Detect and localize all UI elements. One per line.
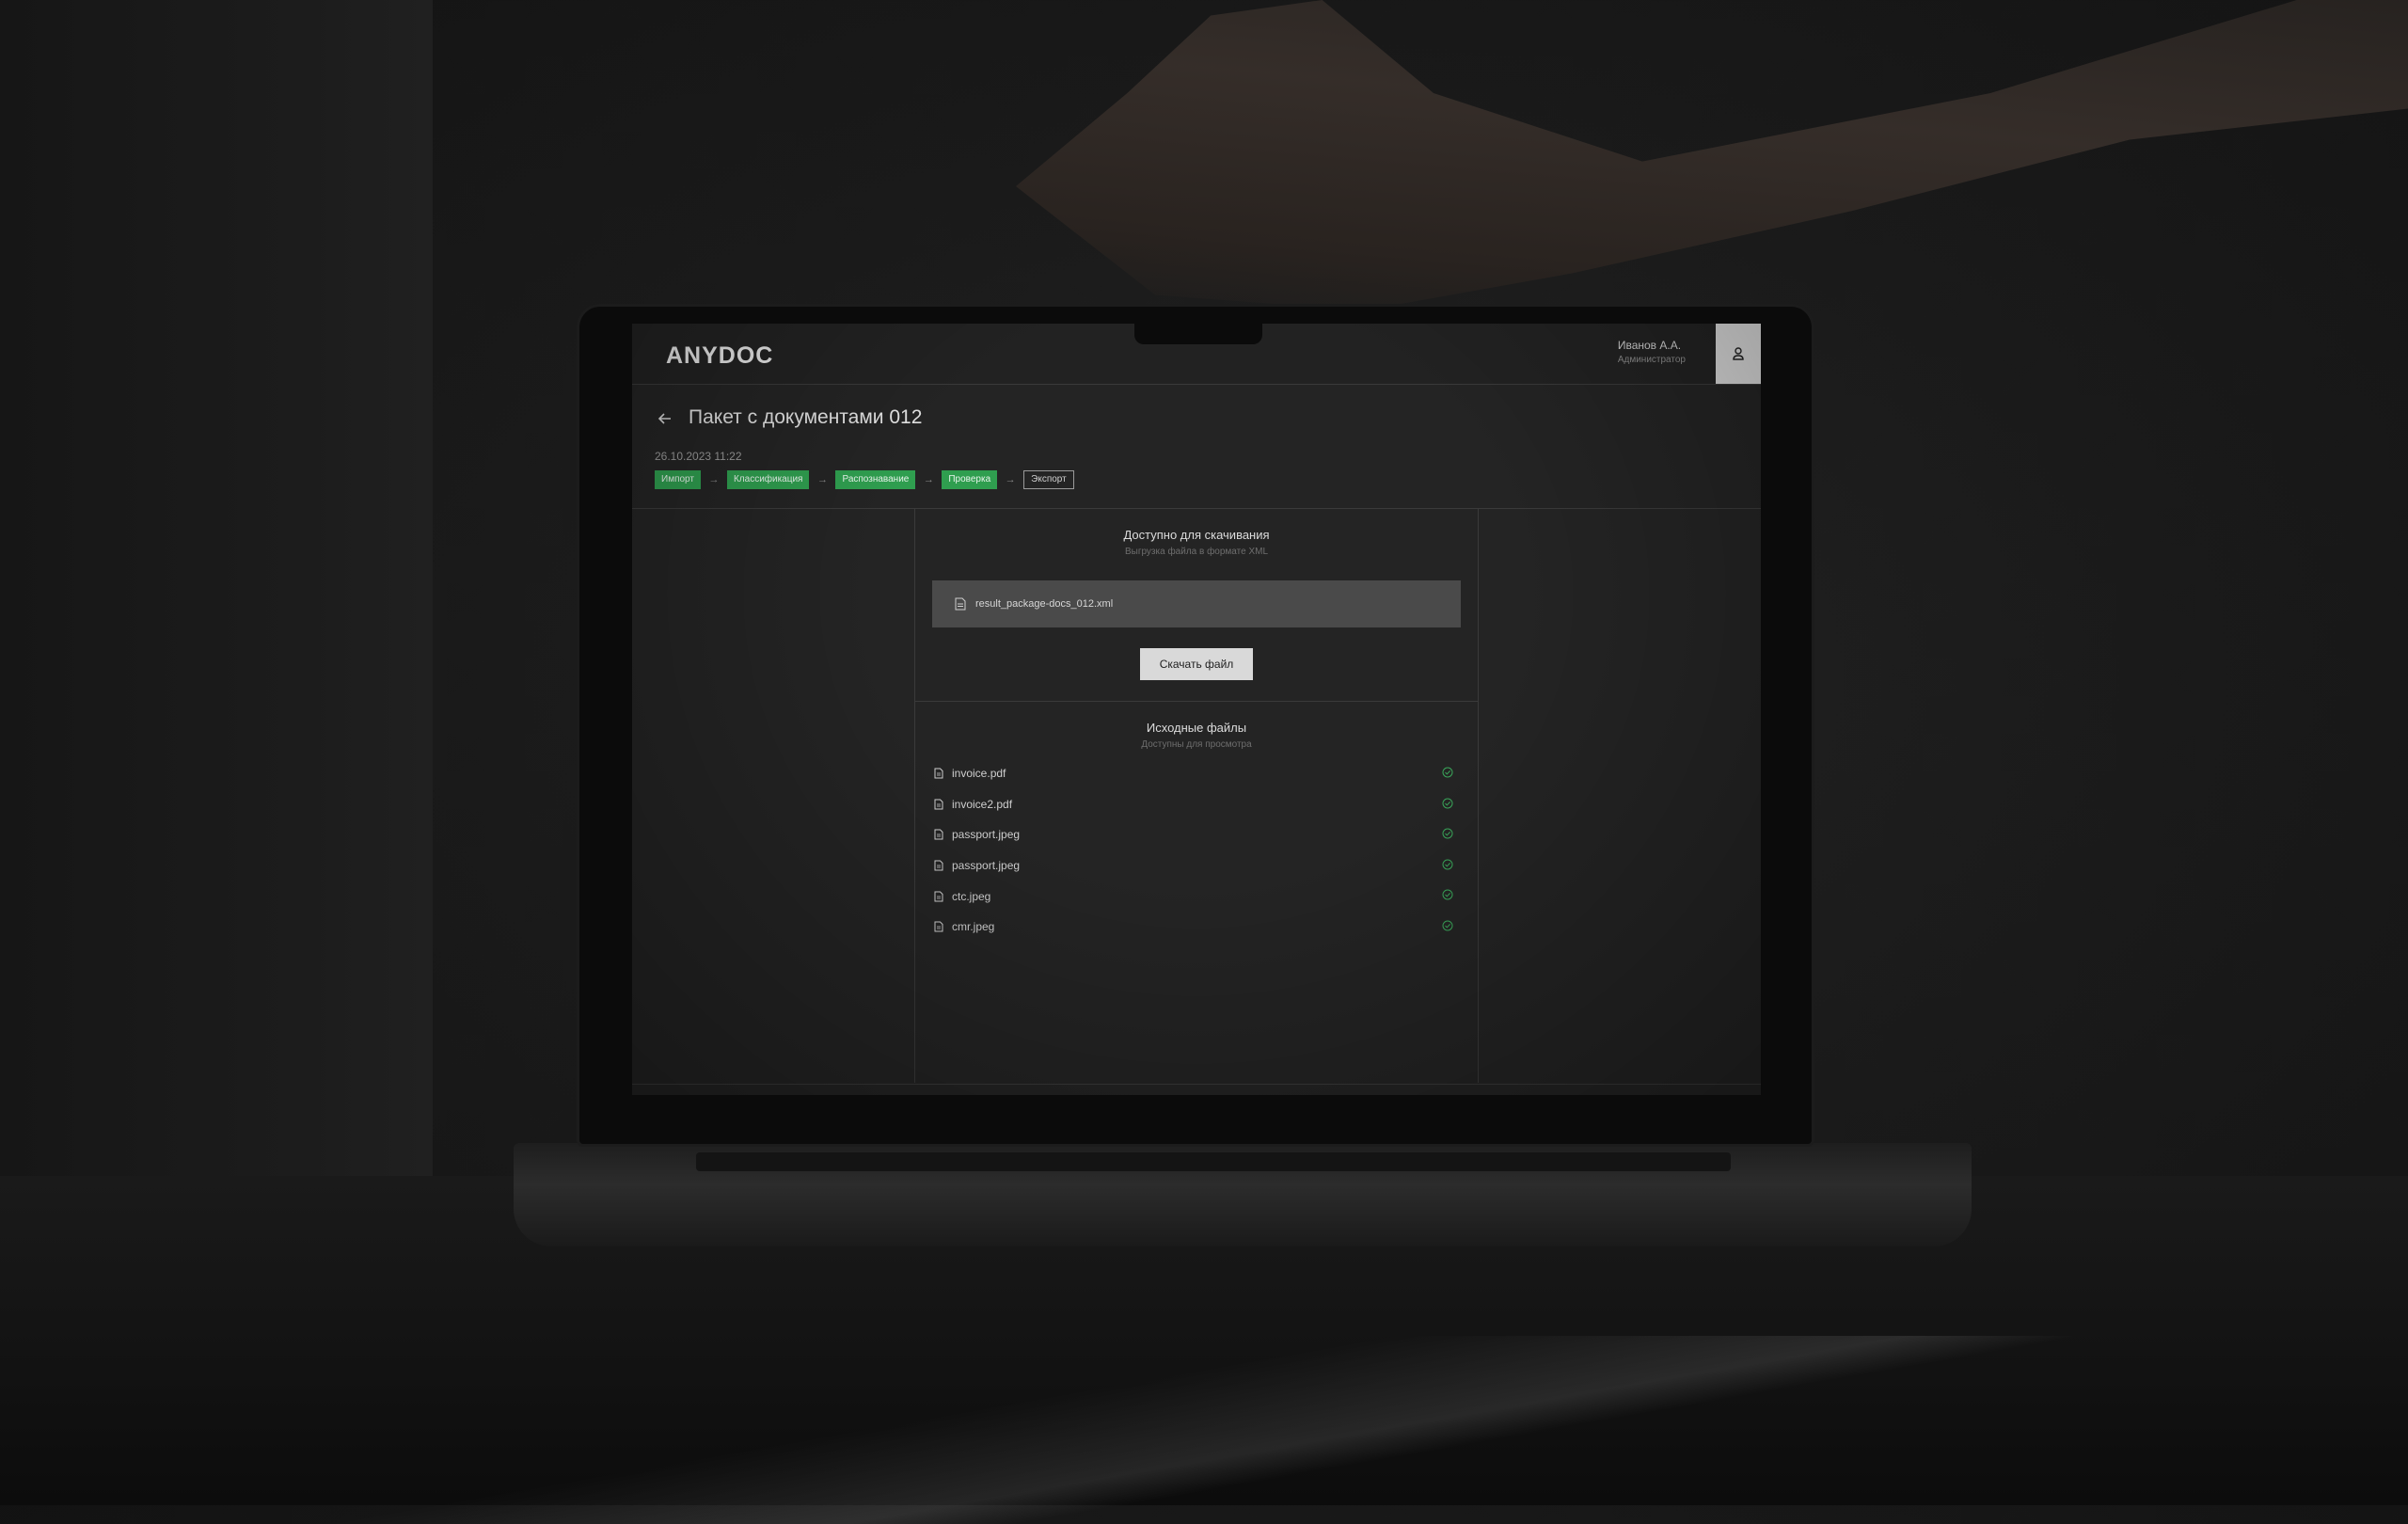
divider [632, 1084, 1761, 1085]
download-title: Доступно для скачивания [1123, 528, 1270, 542]
user-menu-button[interactable] [1716, 324, 1761, 384]
app-screen: ANYDOC Иванов А.А. Администратор Пакет с… [632, 324, 1761, 1095]
file-icon [955, 597, 966, 611]
check-circle-icon [1442, 889, 1453, 900]
file-name: passport.jpeg [952, 828, 1021, 842]
stage-classification[interactable]: Классификация [726, 470, 810, 489]
stage-import[interactable]: Импорт [655, 470, 701, 489]
download-subtitle: Выгрузка файла в формате XML [1124, 547, 1269, 557]
check-circle-icon [1442, 798, 1453, 809]
source-title: Исходные файлы [1146, 721, 1247, 735]
file-name: passport.jpeg [952, 859, 1021, 873]
source-file-list: invoice.pdf invoice2.pdf passport.jpeg p… [934, 758, 1461, 943]
arrow-right-icon: → [1005, 474, 1016, 485]
file-row[interactable]: invoice.pdf [934, 758, 1461, 789]
file-row[interactable]: ctc.jpeg [934, 881, 1461, 912]
user-name: Иванов А.А. [1617, 339, 1682, 352]
stage-pipeline: Импорт → Классификация → Распознавание →… [655, 470, 1074, 489]
page-header: Пакет с документами 012 26.10.2023 11:22… [632, 384, 1761, 509]
arrow-right-icon: → [816, 474, 828, 485]
page-date: 26.10.2023 11:22 [655, 450, 742, 463]
hand-photo [1016, 0, 2408, 310]
page-title: Пакет с документами 012 [689, 406, 923, 428]
file-row[interactable]: cmr.jpeg [934, 912, 1461, 943]
file-row[interactable]: invoice2.pdf [934, 789, 1461, 820]
stage-export[interactable]: Экспорт [1023, 470, 1074, 489]
left-panel [632, 509, 915, 1083]
result-file-name: result_package-docs_012.xml [975, 598, 1114, 610]
file-icon [934, 860, 943, 871]
laptop-keyboard [696, 1152, 1731, 1171]
arrow-right-icon: → [923, 474, 934, 485]
table-glare [0, 1336, 2408, 1524]
user-role: Администратор [1617, 355, 1686, 365]
check-circle-icon [1442, 859, 1453, 870]
right-panel [1479, 509, 1761, 1083]
download-file-button[interactable]: Скачать файл [1140, 648, 1253, 680]
arrow-left-icon[interactable] [655, 408, 675, 429]
user-icon [1733, 347, 1744, 360]
check-circle-icon [1442, 767, 1453, 778]
user-info: Иванов А.А. Администратор [1618, 339, 1686, 365]
check-circle-icon [1442, 920, 1453, 931]
file-name: invoice2.pdf [952, 797, 1013, 811]
file-icon [934, 829, 943, 840]
file-name: cmr.jpeg [952, 920, 995, 934]
file-icon [934, 921, 943, 932]
file-name: invoice.pdf [952, 767, 1006, 781]
laptop-notch [1134, 324, 1262, 344]
result-file[interactable]: result_package-docs_012.xml [932, 580, 1461, 627]
arrow-right-icon: → [708, 474, 720, 485]
stage-recognition[interactable]: Распознавание [835, 470, 916, 489]
stage-review[interactable]: Проверка [942, 470, 998, 489]
file-icon [934, 768, 943, 779]
center-panel: Доступно для скачивания Выгрузка файла в… [915, 509, 1479, 1083]
app-logo[interactable]: ANYDOC [666, 342, 773, 370]
source-subtitle: Доступны для просмотра [1141, 739, 1252, 750]
file-name: ctc.jpeg [952, 889, 991, 903]
check-circle-icon [1442, 828, 1453, 839]
background-wall [0, 0, 433, 1185]
file-icon [934, 799, 943, 810]
file-icon [934, 891, 943, 902]
file-row[interactable]: passport.jpeg [934, 819, 1461, 850]
source-files-section: Исходные файлы Доступны для просмотра in… [915, 702, 1478, 1078]
download-section: Доступно для скачивания Выгрузка файла в… [915, 509, 1478, 702]
file-row[interactable]: passport.jpeg [934, 850, 1461, 881]
